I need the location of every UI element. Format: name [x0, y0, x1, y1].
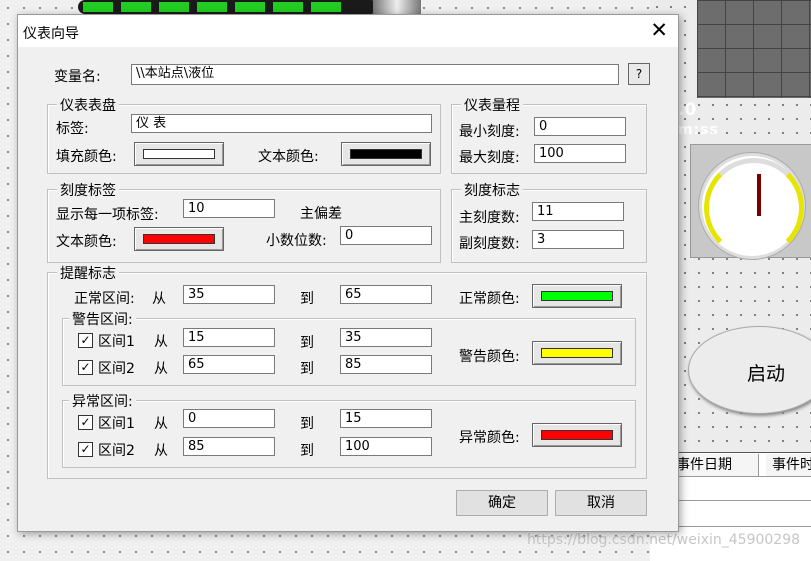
- abnormal-zone1-from-input[interactable]: 0: [183, 409, 275, 428]
- warning-zone2-to-label: 到: [300, 361, 314, 377]
- abnormal-zone2-label: 区间2: [98, 443, 135, 459]
- normal-color-label: 正常颜色:: [459, 291, 520, 307]
- abnormal-zone2-checkbox[interactable]: ✓: [78, 442, 93, 457]
- cylinder-widget: [373, 0, 421, 14]
- max-scale-input[interactable]: 100: [534, 144, 626, 163]
- min-scale-input[interactable]: 0: [534, 117, 626, 136]
- warning-color-swatch: [541, 348, 613, 358]
- normal-color-swatch: [541, 291, 613, 301]
- abnormal-zone1-checkbox[interactable]: ✓: [78, 415, 93, 430]
- warning-group-title: 警告区间:: [69, 309, 136, 329]
- major-ticks-label: 主刻度数:: [459, 210, 520, 226]
- min-scale-label: 最小刻度:: [459, 124, 520, 140]
- abnormal-color-label: 异常颜色:: [459, 430, 520, 446]
- level-bar-widget: [78, 0, 378, 14]
- clock-text: .0: [678, 100, 697, 120]
- abnormal-zone2-from-label: 从: [154, 443, 168, 459]
- fill-color-label: 填充颜色:: [56, 149, 117, 165]
- warning-zone1-label: 区间1: [98, 334, 135, 350]
- tag-label: 标签:: [56, 121, 89, 137]
- warning-zone1-from-label: 从: [154, 334, 168, 350]
- clock-format-text: m:ss: [678, 122, 719, 138]
- label-every-input[interactable]: 10: [183, 199, 275, 218]
- scale-text-color-button[interactable]: [134, 227, 224, 251]
- scale-text-color-swatch: [143, 234, 215, 244]
- warning-zone1-to-label: 到: [300, 335, 314, 351]
- label-every-label: 显示每一项标签:: [56, 207, 159, 223]
- warning-zone2-from-input[interactable]: 65: [183, 355, 275, 374]
- abnormal-zone1-to-label: 到: [300, 416, 314, 432]
- warning-zone1-from-input[interactable]: 15: [183, 328, 275, 347]
- main-offset-label: 主偏差: [300, 206, 342, 222]
- normal-from-input[interactable]: 35: [183, 285, 275, 304]
- abnormal-zone2-from-input[interactable]: 85: [183, 437, 275, 456]
- decimals-label: 小数位数:: [266, 233, 327, 249]
- abnormal-zone2-to-label: 到: [300, 443, 314, 459]
- abnormal-zone1-to-input[interactable]: 15: [340, 409, 432, 428]
- title-bar[interactable]: 仪表向导 ✕: [18, 15, 678, 47]
- abnormal-group-title: 异常区间:: [69, 391, 136, 411]
- dial-group-title: 仪表表盘: [57, 95, 119, 115]
- warning-color-button[interactable]: [532, 341, 622, 365]
- grid-widget: [697, 0, 811, 98]
- event-time-header[interactable]: 事件时: [766, 454, 811, 476]
- dialog-title: 仪表向导: [23, 26, 79, 42]
- warning-zone2-label: 区间2: [98, 361, 135, 377]
- max-scale-label: 最大刻度:: [459, 150, 520, 166]
- gauge-face: [699, 153, 805, 259]
- scale-label-group-title: 刻度标签: [57, 180, 119, 200]
- tag-input[interactable]: 仪 表: [131, 114, 432, 133]
- abnormal-color-button[interactable]: [532, 423, 622, 447]
- dial-text-color-swatch: [350, 149, 422, 159]
- warning-zone2-to-input[interactable]: 85: [340, 355, 432, 374]
- alarm-group-title: 提醒标志: [57, 263, 119, 283]
- scale-mark-group-title: 刻度标志: [461, 180, 523, 200]
- gauge-needle: [757, 174, 761, 216]
- warning-color-label: 警告颜色:: [459, 349, 520, 365]
- start-button-label: 启动: [747, 363, 786, 385]
- normal-to-input[interactable]: 65: [340, 285, 432, 304]
- close-icon[interactable]: ✕: [650, 19, 668, 41]
- minor-ticks-label: 副刻度数:: [459, 236, 520, 252]
- fill-color-swatch: [143, 149, 215, 159]
- scale-text-color-label: 文本颜色:: [56, 234, 117, 250]
- ok-button[interactable]: 确定: [456, 490, 548, 516]
- warning-zone1-to-input[interactable]: 35: [340, 328, 432, 347]
- gauge-wizard-dialog: 仪表向导 ✕ 变量名: \\本站点\液位 ? 仪表表盘 标签: 仪 表 填充颜色…: [17, 14, 679, 532]
- warning-zone2-from-label: 从: [154, 361, 168, 377]
- range-group-title: 仪表量程: [461, 95, 523, 115]
- gauge-widget[interactable]: [690, 144, 811, 259]
- watermark: https://blog.csdn.net/weixin_45900298: [527, 532, 801, 548]
- decimals-input[interactable]: 0: [340, 226, 432, 245]
- abnormal-zone1-label: 区间1: [98, 416, 135, 432]
- variable-input[interactable]: \\本站点\液位: [131, 64, 619, 85]
- dial-text-color-button[interactable]: [341, 142, 431, 166]
- minor-ticks-input[interactable]: 3: [532, 230, 624, 249]
- major-ticks-input[interactable]: 11: [532, 202, 624, 221]
- warning-zone1-checkbox[interactable]: ✓: [78, 333, 93, 348]
- help-button[interactable]: ?: [628, 63, 650, 85]
- cancel-button[interactable]: 取消: [555, 490, 647, 516]
- normal-range-label: 正常区间:: [74, 291, 135, 307]
- warning-zone2-checkbox[interactable]: ✓: [78, 360, 93, 375]
- normal-from-label: 从: [152, 291, 166, 307]
- normal-color-button[interactable]: [532, 284, 622, 308]
- variable-label: 变量名:: [54, 69, 101, 85]
- dial-text-color-label: 文本颜色:: [258, 149, 319, 165]
- abnormal-zone1-from-label: 从: [154, 416, 168, 432]
- event-date-header[interactable]: 事件日期: [670, 454, 759, 476]
- abnormal-zone2-to-input[interactable]: 100: [340, 437, 432, 456]
- abnormal-color-swatch: [541, 430, 613, 440]
- normal-to-label: 到: [300, 291, 314, 307]
- fill-color-button[interactable]: [134, 142, 224, 166]
